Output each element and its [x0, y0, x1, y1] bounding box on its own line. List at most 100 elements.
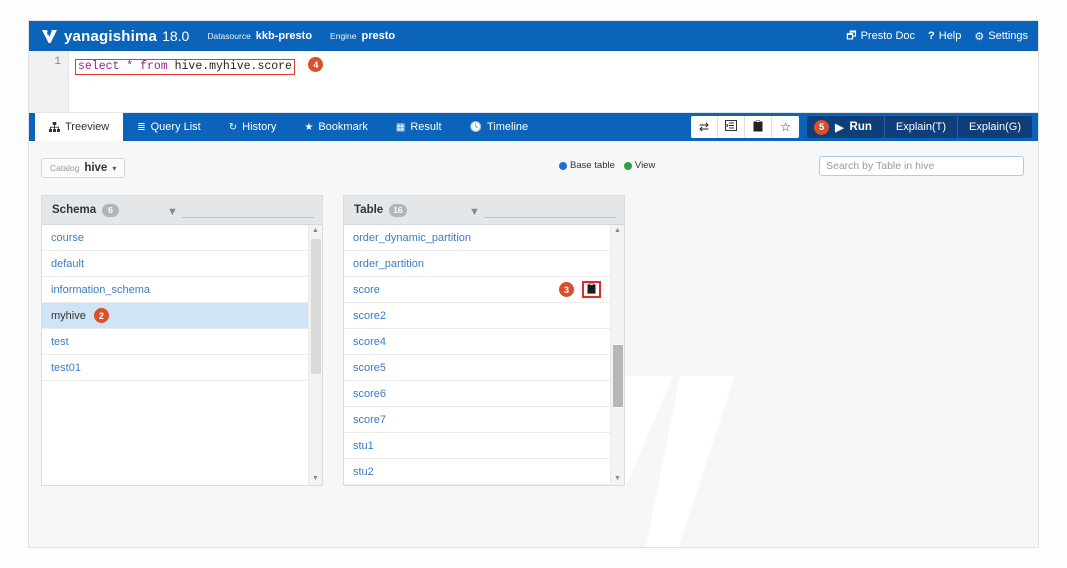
schema-item-label: default: [51, 257, 85, 270]
tab-query-list-label: Query List: [150, 121, 201, 133]
funnel-icon[interactable]: ▼: [469, 206, 480, 218]
schema-filter: ▼: [167, 202, 314, 218]
app-header: yanagishima 18.0 Datasource kkb-presto E…: [29, 21, 1038, 51]
sql-statement[interactable]: select * from hive.myhive.score: [75, 59, 295, 75]
explain-g-button[interactable]: Explain(G): [958, 116, 1032, 138]
table-item-label: score6: [353, 387, 387, 400]
editor-toolbar: ⇄ ☆ 5 ▶ Run Explain(T) Explain(G): [691, 113, 1038, 141]
swap-icon: ⇄: [699, 120, 710, 134]
list-item-selected[interactable]: myhive 2: [42, 303, 308, 329]
brand-name: yanagishima: [64, 27, 158, 45]
table-item-label: score4: [353, 335, 387, 348]
list-item[interactable]: default: [42, 251, 308, 277]
legend-view-dot: [623, 161, 632, 170]
table-item-label: order_partition: [353, 257, 424, 270]
engine-value: presto: [361, 30, 396, 42]
line-number: 1: [54, 56, 61, 68]
scrollbar-thumb[interactable]: [613, 345, 623, 407]
table-item-label: stu1: [353, 439, 374, 452]
engine-label: Engine: [330, 31, 357, 41]
schema-panel-title: Schema: [52, 204, 97, 216]
legend-base-table-dot: [559, 161, 567, 170]
editor-icon-buttons: ⇄ ☆: [691, 116, 800, 138]
legend-base-table: Base table: [559, 160, 615, 171]
settings-link[interactable]: ⚙ Settings: [974, 30, 1028, 43]
presto-doc-label: Presto Doc: [860, 30, 916, 42]
chevron-down-icon: ▾: [112, 164, 117, 173]
legend-view-label: View: [634, 160, 656, 171]
tab-result[interactable]: ▦ Result: [382, 113, 456, 141]
clipboard-icon-button[interactable]: [745, 116, 773, 138]
table-item-label: order_dynamic_partition: [353, 231, 472, 244]
swap-icon-button[interactable]: ⇄: [691, 116, 719, 138]
list-item[interactable]: order_partition: [344, 251, 610, 277]
table-icon: ▦: [395, 121, 406, 133]
scroll-up-arrow-icon[interactable]: ▲: [312, 225, 319, 237]
history-icon: ↻: [228, 121, 238, 133]
table-count-badge: 16: [389, 203, 407, 217]
presto-doc-link[interactable]: 🗗 Presto Doc: [846, 27, 915, 46]
scroll-down-arrow-icon[interactable]: ▼: [614, 473, 621, 485]
list-item[interactable]: score6: [344, 381, 610, 407]
star-outline-button[interactable]: ☆: [772, 116, 800, 138]
tab-treeview[interactable]: Treeview 1: [35, 113, 124, 156]
tab-timeline[interactable]: 🕓 Timeline: [456, 113, 543, 141]
list-item[interactable]: information_schema: [42, 277, 308, 303]
sql-editor[interactable]: 1 select * from hive.myhive.score 4: [29, 51, 1038, 113]
settings-label: Settings: [988, 30, 1028, 42]
editor-gutter: 1: [29, 51, 69, 112]
schema-item-label: course: [51, 231, 85, 244]
table-panel: Table 16 ▼ order_dynamic_partition order…: [343, 195, 625, 486]
star-outline-icon: ☆: [780, 120, 791, 134]
table-item-label: score: [353, 283, 380, 296]
format-indent-icon: [725, 120, 738, 134]
clipboard-icon: [587, 282, 596, 297]
list-item[interactable]: course: [42, 225, 308, 251]
external-link-icon: 🗗: [846, 29, 857, 42]
sql-keyword-text: select * from: [78, 60, 175, 73]
list-item[interactable]: stu2: [344, 459, 610, 485]
schema-panel: Schema 6 ▼ course default information_sc…: [41, 195, 323, 486]
list-item[interactable]: score5: [344, 355, 610, 381]
table-row-actions: 3: [559, 281, 601, 298]
schema-scrollbar[interactable]: ▲ ▼: [308, 225, 322, 485]
table-list: order_dynamic_partition order_partition …: [344, 225, 610, 485]
catalog-value: hive: [84, 162, 108, 174]
tab-history[interactable]: ↻ History: [215, 113, 291, 141]
editor-code-area[interactable]: select * from hive.myhive.score 4: [69, 51, 1038, 112]
list-item[interactable]: order_dynamic_partition: [344, 225, 610, 251]
table-scrollbar[interactable]: ▲ ▼: [610, 225, 624, 485]
tab-timeline-label: Timeline: [486, 121, 529, 133]
list-item[interactable]: test01: [42, 355, 308, 381]
list-item[interactable]: score4: [344, 329, 610, 355]
gear-icon: ⚙: [974, 30, 985, 43]
scrollbar-thumb[interactable]: [311, 239, 321, 374]
schema-filter-input[interactable]: [181, 202, 314, 218]
clock-icon: 🕓: [469, 121, 482, 133]
list-item[interactable]: test: [42, 329, 308, 355]
datasource-value: kkb-presto: [255, 30, 313, 42]
help-link[interactable]: ? Help: [928, 30, 961, 42]
explain-g-label: Explain(G): [969, 121, 1021, 133]
treeview-body: Catalog hive ▾ Base table View Search by…: [29, 141, 1038, 547]
list-item[interactable]: stu1: [344, 433, 610, 459]
list-item[interactable]: score7: [344, 407, 610, 433]
list-item[interactable]: score2: [344, 303, 610, 329]
schema-list-wrap: course default information_schema myhive…: [42, 225, 322, 485]
format-indent-button[interactable]: [718, 116, 746, 138]
tab-query-list[interactable]: ≣ Query List: [123, 113, 215, 141]
list-item-score[interactable]: score 3: [344, 277, 610, 303]
catalog-selector[interactable]: Catalog hive ▾: [41, 158, 126, 178]
datasource-label: Datasource: [207, 31, 251, 41]
copy-table-name-button[interactable]: [582, 281, 601, 298]
run-button[interactable]: 5 ▶ Run: [807, 116, 885, 138]
schema-item-label: test: [51, 335, 69, 348]
scroll-up-arrow-icon[interactable]: ▲: [614, 225, 621, 237]
explain-t-button[interactable]: Explain(T): [885, 116, 959, 138]
legend-view: View: [623, 160, 656, 171]
table-filter-input[interactable]: [483, 202, 616, 218]
scroll-down-arrow-icon[interactable]: ▼: [312, 473, 319, 485]
search-input[interactable]: [819, 156, 1024, 176]
funnel-icon[interactable]: ▼: [167, 206, 178, 218]
tab-bookmark[interactable]: ★ Bookmark: [290, 113, 382, 141]
